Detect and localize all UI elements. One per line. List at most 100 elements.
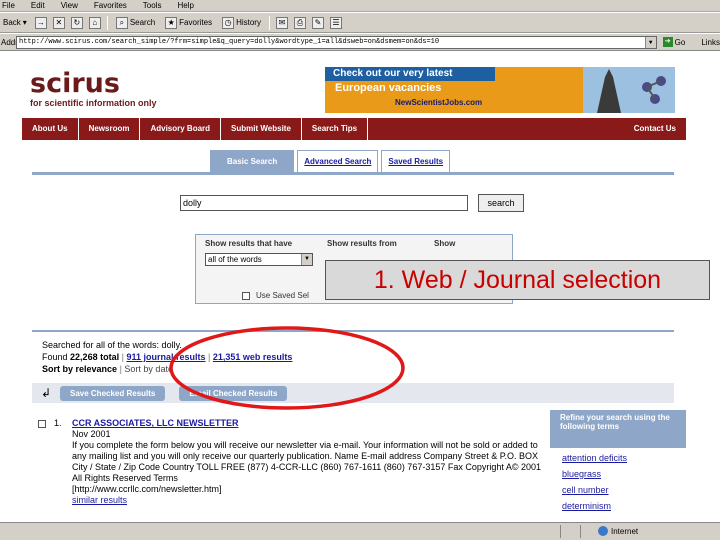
search-icon: ⌕	[115, 16, 128, 29]
refine-panel: Refine your search using the following t…	[550, 410, 686, 530]
use-saved-selection[interactable]: Use Saved Sel	[242, 291, 309, 300]
go-arrow-icon: ➔	[662, 37, 673, 47]
forward-icon[interactable]: →	[34, 16, 47, 29]
nav-contact-us[interactable]: Contact Us	[624, 118, 686, 140]
search-submit-button[interactable]: search	[478, 194, 524, 212]
web-results-link[interactable]: 21,351 web results	[213, 352, 293, 362]
home-icon[interactable]: ⌂	[88, 16, 101, 29]
refine-term-link[interactable]: cell number	[550, 484, 686, 496]
url-text: http://www.scirus.com/search_simple/?frm…	[19, 38, 440, 46]
result-date: Nov 2001	[72, 429, 111, 439]
saved-selection-label: Use Saved Sel	[256, 291, 309, 300]
refresh-icon[interactable]: ↻	[70, 16, 83, 29]
refine-term-link[interactable]: attention deficits	[550, 452, 686, 464]
logo-wordmark: scirus	[30, 68, 120, 99]
tab-advanced-search[interactable]: Advanced Search	[297, 150, 379, 172]
back-label: Back	[3, 18, 21, 27]
status-divider	[560, 525, 561, 538]
sort-by-date-link[interactable]: Sort by date	[124, 364, 173, 374]
status-bar: Internet	[0, 522, 720, 540]
ad-banner[interactable]: Check out our very latest European vacan…	[325, 67, 675, 113]
search-input[interactable]: dolly	[180, 195, 468, 211]
results-action-row: ↲ Save Checked Results Email Checked Res…	[32, 383, 674, 403]
nav-submit-website[interactable]: Submit Website	[221, 118, 302, 140]
address-label: Address	[0, 38, 30, 47]
callout-label: 1. Web / Journal selection	[325, 260, 710, 300]
search-row: dolly search	[180, 194, 524, 212]
go-label: Go	[674, 37, 686, 47]
banner-line1: Check out our very latest	[325, 67, 495, 81]
menu-help[interactable]: Help	[177, 1, 193, 10]
save-checked-button[interactable]: Save Checked Results	[60, 385, 166, 401]
history-button[interactable]: ◷ History	[220, 16, 263, 29]
chevron-down-icon[interactable]: ▼	[301, 254, 312, 265]
discuss-icon[interactable]: ☰	[329, 16, 342, 29]
result-title-link[interactable]: CCR ASSOCIATES, LLC NEWSLETTER	[72, 418, 548, 429]
results-summary: Searched for all of the words: dolly. Fo…	[42, 340, 293, 374]
zone-label: Internet	[611, 526, 639, 536]
nav-search-tips[interactable]: Search Tips	[302, 118, 369, 140]
mail-icon[interactable]: ✉	[275, 16, 288, 29]
option-label-from: Show results from	[327, 239, 397, 248]
menu-view[interactable]: View	[61, 1, 78, 10]
nav-about-us[interactable]: About Us	[22, 118, 79, 140]
arrow-icon: ↲	[40, 386, 52, 400]
nav-advisory-board[interactable]: Advisory Board	[140, 118, 222, 140]
menu-file[interactable]: File	[2, 1, 15, 10]
toolbar-divider	[268, 15, 270, 30]
results-divider	[32, 330, 674, 332]
banner-url: NewScientistJobs.com	[395, 98, 483, 107]
nav-newsroom[interactable]: Newsroom	[79, 118, 141, 140]
refine-term-link[interactable]: bluegrass	[550, 468, 686, 480]
globe-icon	[598, 526, 608, 536]
browser-toolbar: Back ▾ → ✕ ↻ ⌂ ⌕ Search ★ Favorites ◷ Hi…	[0, 13, 720, 33]
address-bar: Address http://www.scirus.com/search_sim…	[0, 34, 720, 51]
url-field[interactable]: http://www.scirus.com/search_simple/?frm…	[16, 35, 657, 49]
scirus-logo[interactable]: scirus for scientific information only	[30, 68, 157, 109]
result-number: 1.	[54, 418, 62, 428]
result-snippet: If you complete the form below you will …	[72, 440, 542, 483]
status-divider	[580, 525, 581, 538]
menu-edit[interactable]: Edit	[31, 1, 45, 10]
journal-results-link[interactable]: 911 journal results	[126, 352, 205, 362]
option-label-show: Show	[434, 239, 456, 248]
email-checked-button[interactable]: Email Checked Results	[179, 385, 288, 401]
search-button[interactable]: ⌕ Search	[114, 16, 157, 29]
saved-selection-checkbox[interactable]	[242, 291, 250, 300]
security-zone: Internet	[598, 526, 638, 536]
found-prefix: Found	[42, 352, 68, 362]
option-label-have: Show results that have	[205, 239, 293, 248]
toolbar-divider	[106, 15, 108, 30]
favorites-button[interactable]: ★ Favorites	[163, 16, 214, 29]
refine-term-link[interactable]: determinism	[550, 500, 686, 512]
logo-tagline: for scientific information only	[30, 98, 157, 108]
refine-header: Refine your search using the following t…	[550, 410, 686, 448]
sort-relevance: Sort by relevance	[42, 364, 118, 374]
history-label: History	[236, 18, 261, 27]
print-icon[interactable]: ⎙	[293, 16, 306, 29]
menu-tools[interactable]: Tools	[143, 1, 162, 10]
words-select[interactable]: all of the words ▼	[205, 253, 313, 266]
menu-bar: File Edit View Favorites Tools Help	[0, 0, 720, 12]
searched-text: Searched for all of the words: dolly.	[42, 340, 182, 350]
links-label[interactable]: Links	[701, 38, 720, 47]
go-button[interactable]: ➔ Go	[662, 37, 686, 47]
result-checkbox[interactable]	[38, 420, 46, 428]
tab-basic-search[interactable]: Basic Search	[210, 150, 295, 172]
total-count: 22,268 total	[70, 352, 120, 362]
edit-icon[interactable]: ✎	[311, 16, 324, 29]
chevron-down-icon[interactable]: ▾	[23, 18, 27, 27]
result-url: [http://www.ccrllc.com/newsletter.htm]	[72, 484, 222, 494]
chevron-down-icon[interactable]: ▼	[644, 36, 656, 48]
menu-favorites[interactable]: Favorites	[94, 1, 127, 10]
search-tabs: Basic Search Advanced Search Saved Resul…	[210, 150, 451, 172]
banner-line2: European vacancies	[335, 82, 442, 94]
words-select-value: all of the words	[208, 255, 262, 264]
stop-icon[interactable]: ✕	[52, 16, 65, 29]
site-nav: About Us Newsroom Advisory Board Submit …	[22, 118, 686, 140]
tab-underline	[32, 172, 674, 175]
search-label: Search	[129, 18, 156, 27]
tab-saved-results[interactable]: Saved Results	[381, 150, 451, 172]
back-button[interactable]: Back ▾	[1, 18, 29, 27]
similar-results-link[interactable]: similar results	[72, 495, 548, 506]
